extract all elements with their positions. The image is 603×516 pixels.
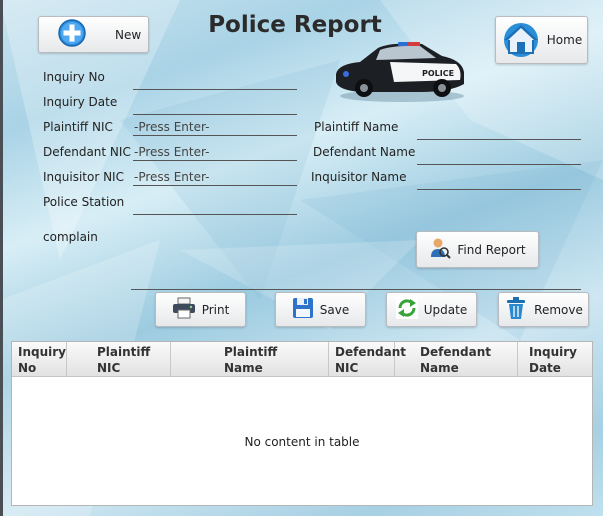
table-header: Inquiry No Plaintiff NIC Plaintiff Name Def…	[12, 342, 592, 377]
window-edge	[0, 0, 3, 516]
update-button[interactable]: Update	[386, 292, 477, 327]
home-icon	[501, 20, 541, 61]
inquiry-no-label: Inquiry No	[43, 70, 105, 84]
car-door-text: POLICE	[422, 69, 454, 78]
printer-icon	[172, 297, 196, 322]
police-station-field[interactable]	[133, 197, 297, 215]
defendant-nic-label: Defendant NIC	[43, 145, 131, 159]
home-button[interactable]: Home	[495, 16, 588, 64]
plaintiff-nic-label: Plaintiff NIC	[43, 120, 113, 134]
plaintiff-name-label: Plaintiff Name	[314, 120, 399, 134]
floppy-disk-icon	[292, 297, 314, 322]
inquisitor-nic-field[interactable]: -Press Enter-	[133, 168, 297, 186]
print-button[interactable]: Print	[155, 292, 246, 327]
print-label: Print	[201, 302, 230, 317]
empty-table-message: No content in table	[244, 435, 360, 449]
inquiry-no-field[interactable]	[133, 72, 297, 90]
user-search-icon	[429, 237, 452, 262]
new-button[interactable]: New	[38, 16, 149, 53]
trash-icon	[504, 296, 528, 323]
save-label: Save	[319, 302, 350, 317]
save-button[interactable]: Save	[275, 292, 366, 327]
complain-field[interactable]	[131, 272, 581, 290]
find-report-button[interactable]: Find Report	[416, 231, 539, 268]
add-icon	[57, 18, 87, 51]
inquiry-date-label: Inquiry Date	[43, 95, 118, 109]
plaintiff-nic-field[interactable]: -Press Enter-	[133, 118, 297, 136]
reports-table[interactable]: Inquiry No Plaintiff NIC Plaintiff Name Def…	[11, 341, 593, 506]
inquisitor-nic-label: Inquisitor NIC	[43, 170, 124, 184]
remove-label: Remove	[534, 302, 583, 317]
defendant-name-label: Defendant Name	[313, 145, 416, 159]
police-station-label: Police Station	[43, 195, 125, 209]
complain-label: complain	[43, 230, 98, 244]
refresh-icon	[395, 297, 418, 322]
find-report-label: Find Report	[457, 242, 526, 257]
police-car-image: POLICE	[336, 42, 464, 102]
inquisitor-name-label: Inquisitor Name	[311, 170, 407, 184]
plaintiff-name-field[interactable]	[417, 122, 581, 140]
column-header[interactable]: Defendant Name	[395, 342, 518, 376]
new-button-label: New	[115, 27, 142, 42]
home-button-label: Home	[546, 33, 583, 47]
update-label: Update	[423, 302, 468, 317]
defendant-name-field[interactable]	[417, 147, 581, 165]
column-header[interactable]: Plaintiff NIC	[67, 342, 171, 376]
defendant-nic-field[interactable]: -Press Enter-	[133, 143, 297, 161]
inquiry-date-field[interactable]	[133, 97, 297, 115]
column-header[interactable]: Inquiry Date	[518, 342, 592, 376]
remove-button[interactable]: Remove	[498, 292, 589, 327]
column-header[interactable]: Defendant NIC	[329, 342, 406, 376]
column-header[interactable]: Inquiry No	[12, 342, 67, 376]
column-header[interactable]: Plaintiff Name	[171, 342, 329, 376]
inquisitor-name-field[interactable]	[417, 172, 581, 190]
